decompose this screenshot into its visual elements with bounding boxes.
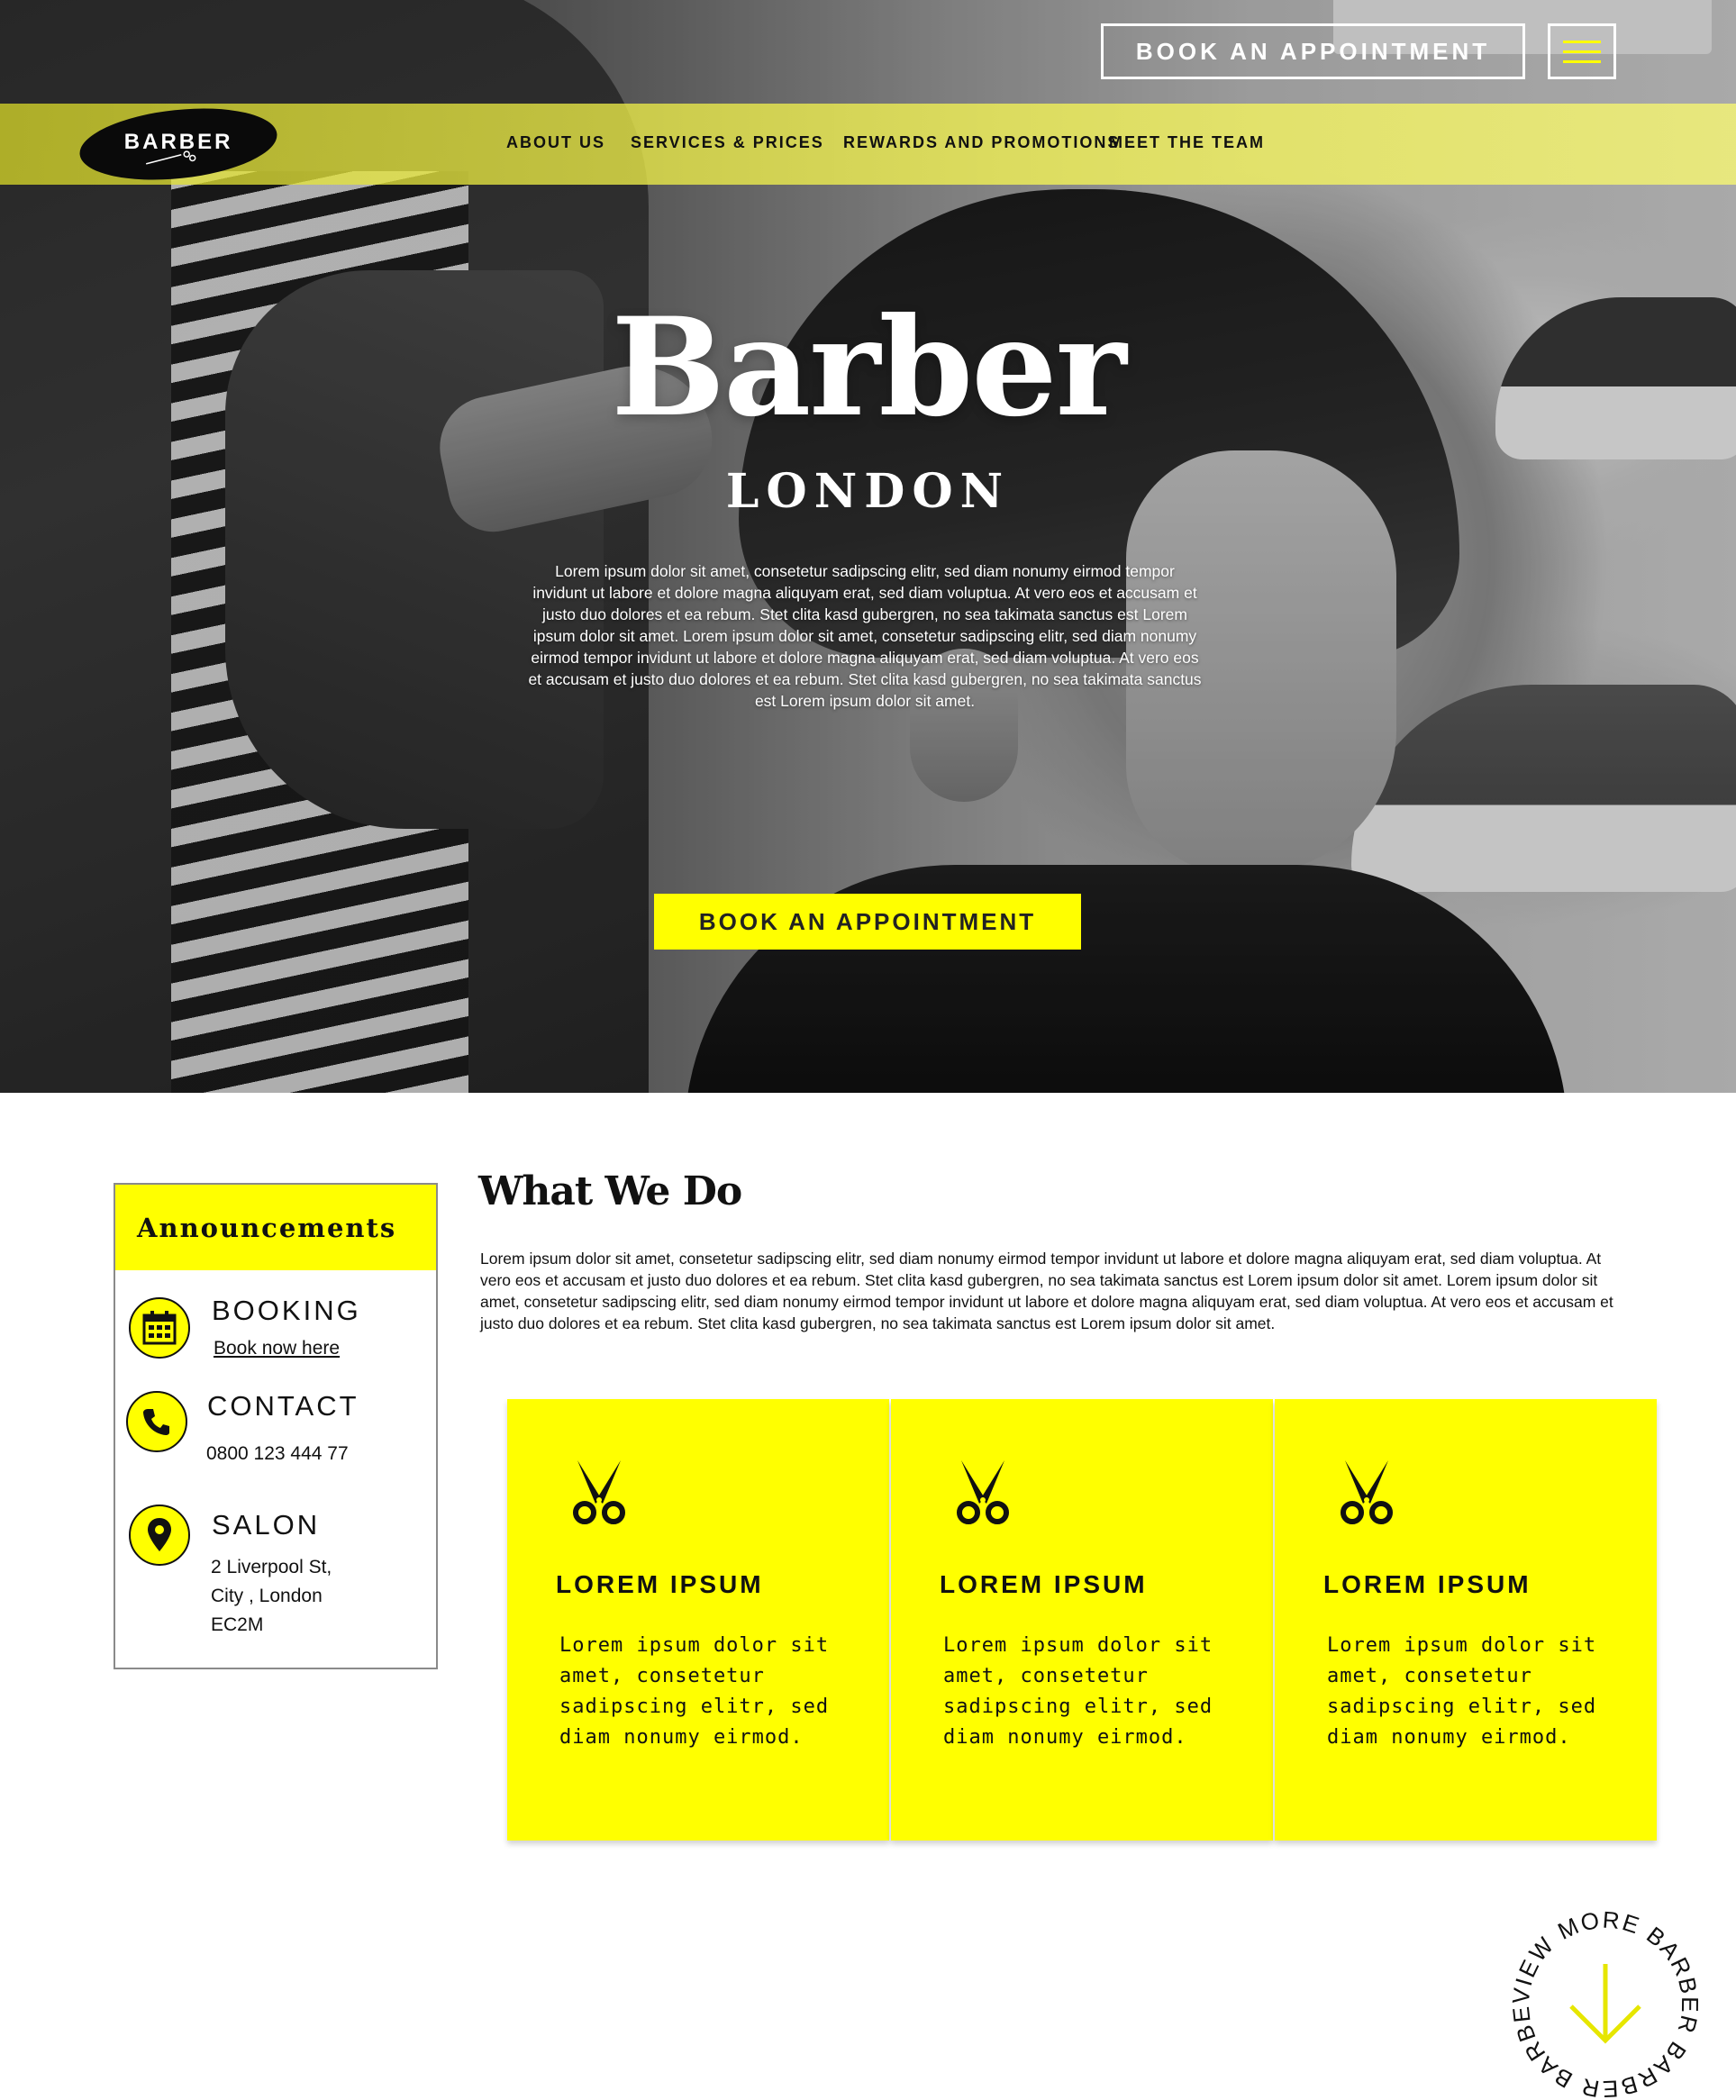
what-we-do-title: What We Do [478, 1168, 742, 1214]
calendar-icon-badge [129, 1297, 190, 1359]
announcements-title: Announcements [115, 1185, 436, 1270]
nav-services-prices[interactable]: SERVICES & PRICES [631, 133, 824, 152]
view-more-badge[interactable]: VIEW MORE BARBER BARBER BARBER [1506, 1905, 1704, 2100]
nav-rewards-promotions[interactable]: REWARDS AND PROMOTIONS [843, 133, 1120, 152]
what-we-do-paragraph: Lorem ipsum dolor sit amet, consetetur s… [480, 1250, 1613, 1332]
location-icon-badge [129, 1505, 190, 1566]
book-now-link[interactable]: Book now here [214, 1334, 340, 1363]
service-card-title: LOREM IPSUM [1323, 1570, 1531, 1598]
service-card-text: Lorem ipsum dolor sit amet, consetetur s… [559, 1634, 830, 1749]
hero-book-appointment-button[interactable]: BOOK AN APPOINTMENT [654, 894, 1081, 950]
phone-icon [143, 1409, 169, 1435]
service-card-title: LOREM IPSUM [940, 1570, 1148, 1598]
header-book-appointment-button[interactable]: BOOK AN APPOINTMENT [1101, 23, 1525, 79]
service-card-text: Lorem ipsum dolor sit amet, consetetur s… [1327, 1634, 1597, 1749]
menu-button[interactable] [1548, 23, 1616, 79]
service-card[interactable]: LOREM IPSUM Lorem ipsum dolor sit amet, … [507, 1399, 889, 1841]
nav-meet-the-team[interactable]: MEET THE TEAM [1109, 133, 1265, 152]
calendar-icon [142, 1311, 177, 1345]
location-pin-icon [148, 1518, 171, 1551]
service-card-text: Lorem ipsum dolor sit amet, consetetur s… [943, 1634, 1213, 1749]
service-card[interactable]: LOREM IPSUM Lorem ipsum dolor sit amet, … [891, 1399, 1273, 1841]
hamburger-icon [1563, 41, 1601, 63]
salon-address-line1: 2 Liverpool St, [211, 1557, 332, 1577]
hero-paragraph: Lorem ipsum dolor sit amet, consetetur s… [528, 562, 1202, 710]
service-card[interactable]: LOREM IPSUM Lorem ipsum dolor sit amet, … [1275, 1399, 1657, 1841]
salon-address-line3: EC2M [211, 1614, 264, 1635]
booking-label: BOOKING [212, 1295, 361, 1326]
salon-label: SALON [212, 1509, 321, 1541]
service-card-title: LOREM IPSUM [556, 1570, 764, 1598]
hero-title: Barber [611, 288, 1126, 447]
announcements-panel: Announcements BOOKING Book now here CONT… [114, 1183, 438, 1669]
scissors-icon [1341, 1460, 1393, 1524]
contact-phone: 0800 123 444 77 [206, 1443, 349, 1464]
scissors-icon [573, 1460, 625, 1524]
arrow-down-icon [1569, 1964, 1641, 2044]
salon-address-line2: City , London [211, 1586, 323, 1606]
phone-icon-badge [126, 1391, 187, 1452]
contact-label: CONTACT [207, 1390, 359, 1422]
scissors-icon [957, 1460, 1009, 1524]
hero-subtitle: LONDON [725, 464, 1011, 519]
nav-about-us[interactable]: ABOUT US [506, 133, 605, 152]
